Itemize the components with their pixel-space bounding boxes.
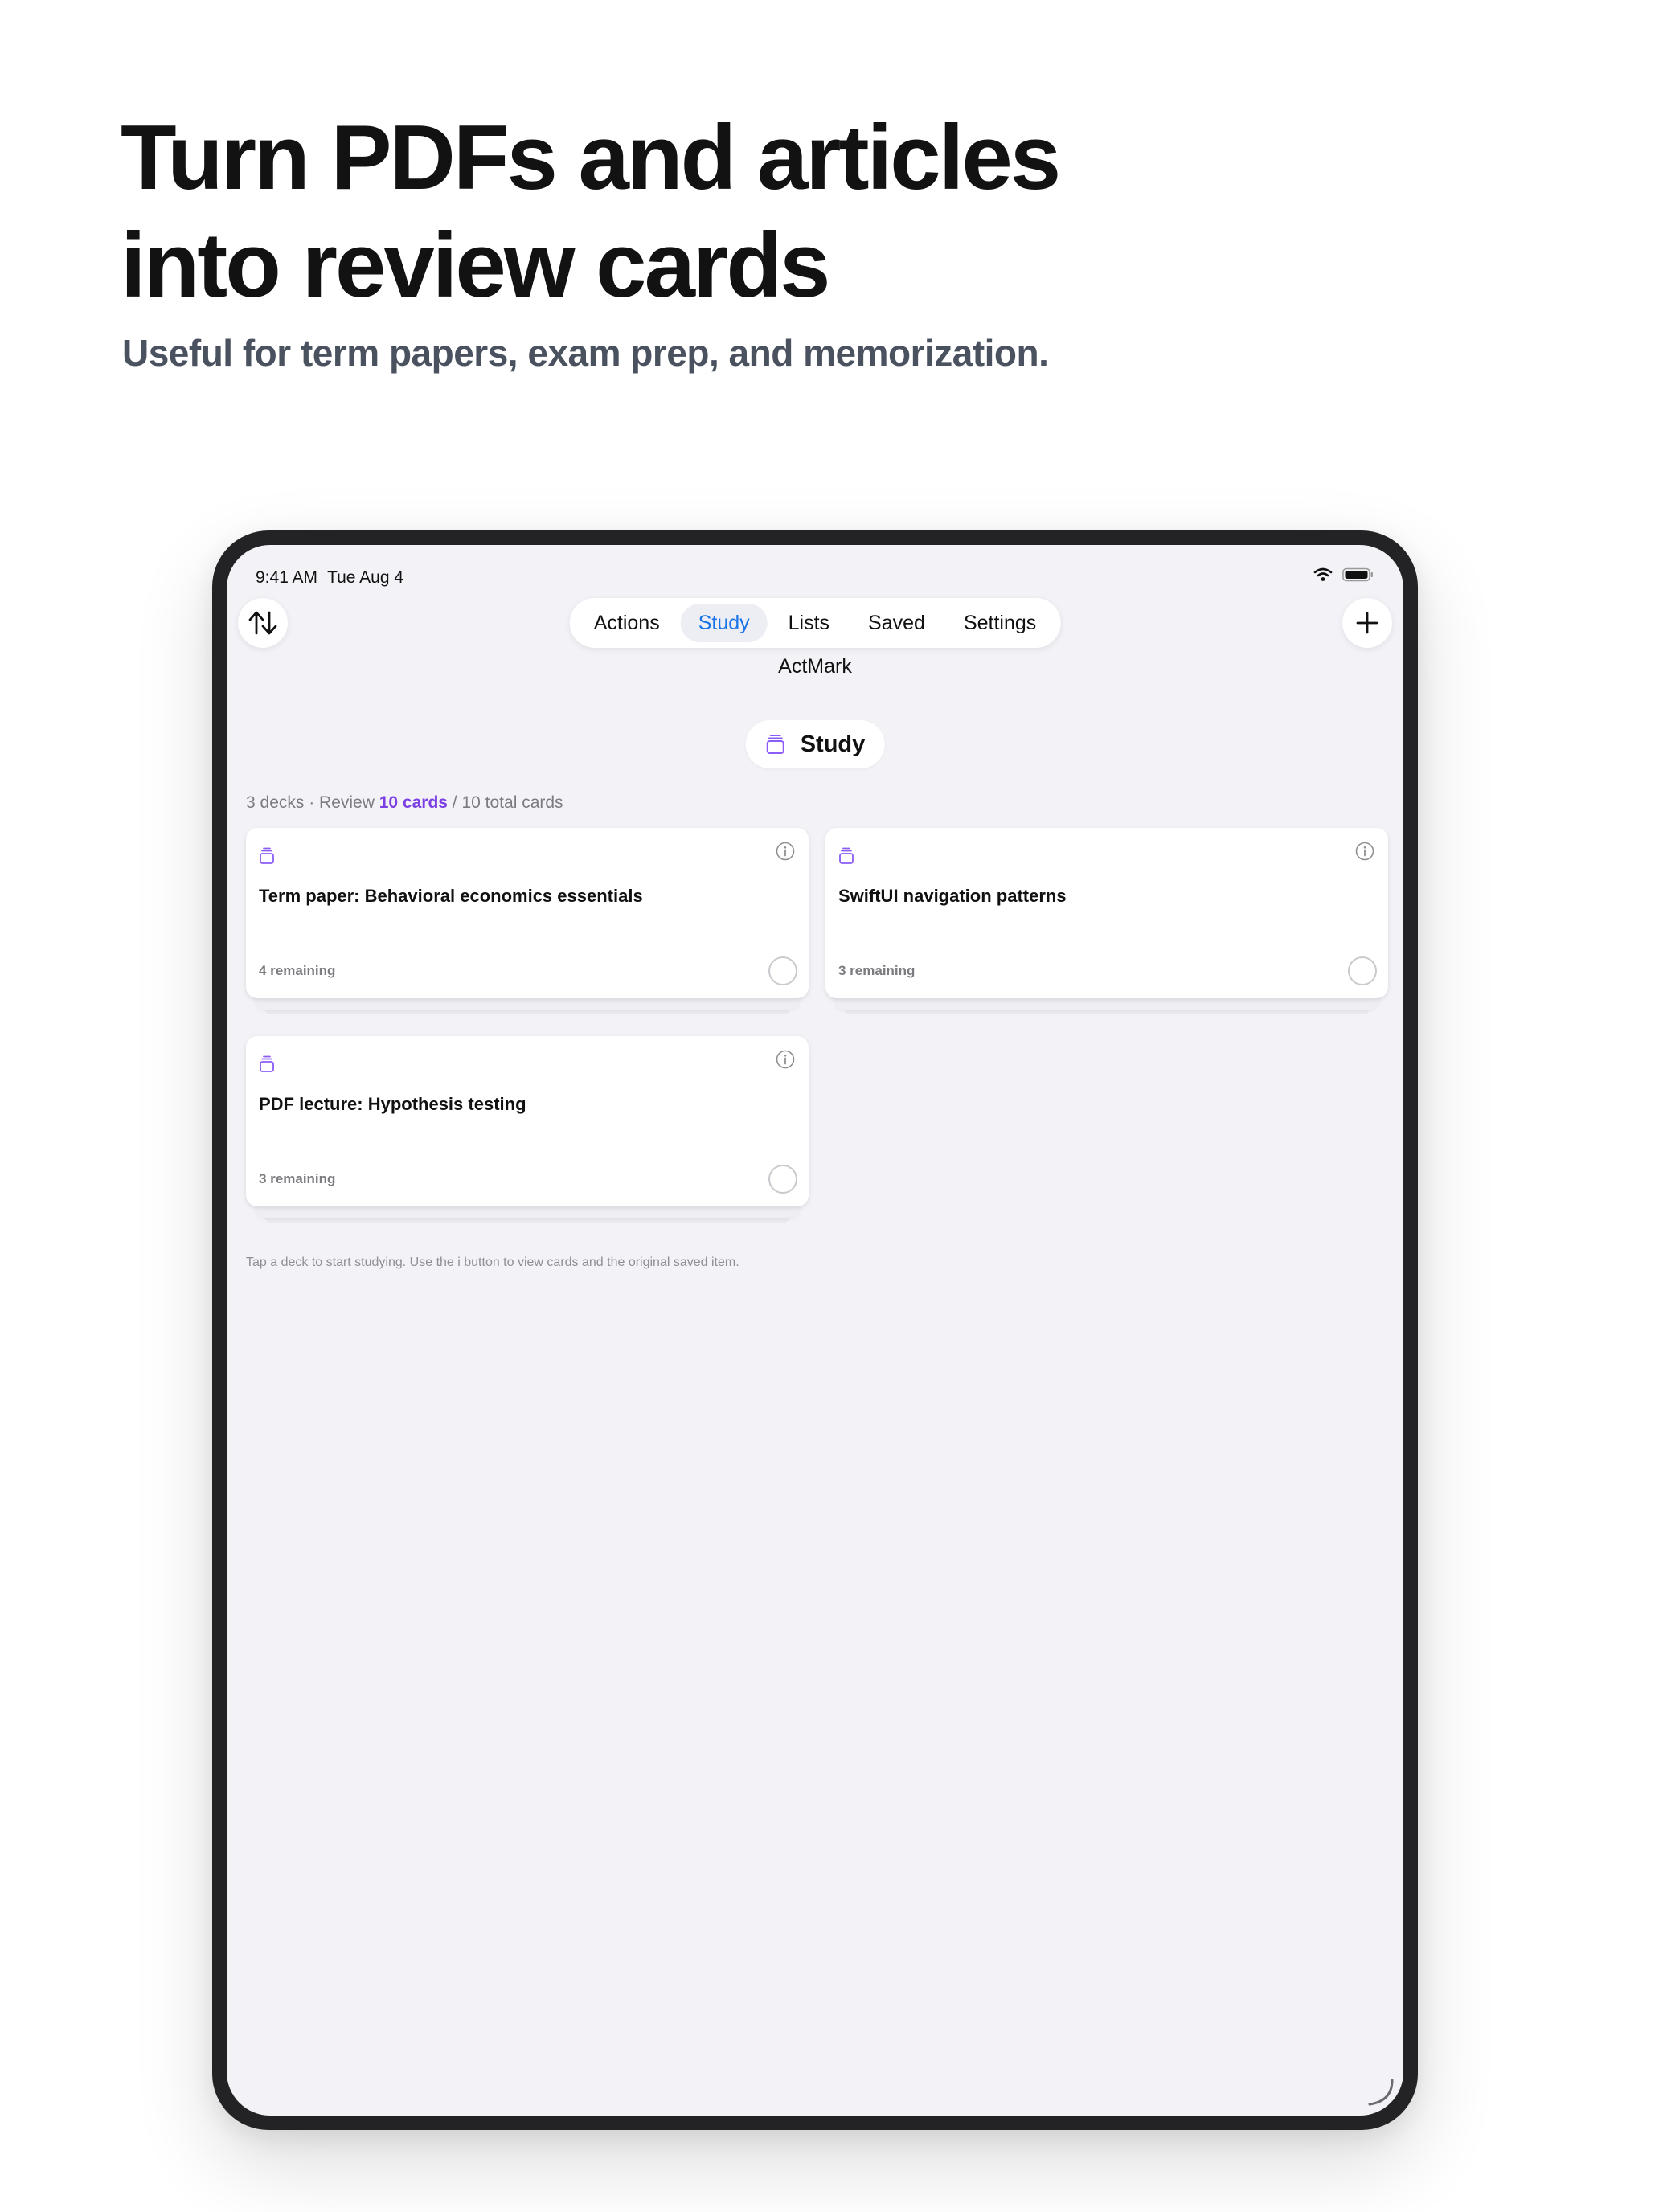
tablet-screen: 9:41 AM Tue Aug 4 Actions Study Lists Sa… — [227, 545, 1403, 2116]
card-stack-icon — [766, 735, 784, 754]
study-section-label: Study — [800, 731, 866, 757]
status-time: 9:41 AM — [256, 568, 318, 587]
study-section-header: Study — [745, 720, 885, 768]
status-bar: 9:41 AM Tue Aug 4 — [227, 545, 1403, 593]
sort-button[interactable] — [238, 598, 288, 648]
deck-card-stack[interactable]: PDF lecture: Hypothesis testing 3 remain… — [246, 1036, 809, 1223]
deck-complete-circle[interactable] — [768, 1165, 797, 1194]
summary-suffix: / 10 total cards — [447, 793, 563, 812]
deck-title: PDF lecture: Hypothesis testing — [259, 1094, 526, 1114]
deck-card[interactable]: PDF lecture: Hypothesis testing 3 remain… — [246, 1036, 809, 1206]
deck-complete-circle[interactable] — [768, 956, 797, 985]
add-button[interactable] — [1342, 598, 1392, 648]
subtitle: Useful for term papers, exam prep, and m… — [122, 332, 1049, 374]
deck-remaining: 4 remaining — [259, 963, 336, 978]
tab-study[interactable]: Study — [680, 604, 768, 642]
card-stack-icon — [260, 847, 274, 864]
tab-actions[interactable]: Actions — [576, 604, 678, 642]
deck-remaining: 3 remaining — [259, 1171, 336, 1186]
app-title: ActMark — [778, 655, 852, 678]
headline-line-1: Turn PDFs and articles — [121, 107, 1061, 209]
tab-saved[interactable]: Saved — [850, 604, 943, 642]
info-icon[interactable] — [775, 841, 796, 862]
deck-title: SwiftUI navigation patterns — [838, 886, 1067, 906]
deck-card-stack[interactable]: SwiftUI navigation patterns 3 remaining — [825, 828, 1388, 1014]
headline-line-2: into review cards — [121, 215, 830, 317]
deck-card[interactable]: SwiftUI navigation patterns 3 remaining — [825, 828, 1388, 998]
deck-complete-circle[interactable] — [1348, 956, 1377, 985]
plus-icon — [1356, 612, 1378, 634]
deck-card[interactable]: Term paper: Behavioral economics essenti… — [246, 828, 809, 998]
info-icon[interactable] — [775, 1049, 796, 1070]
tablet-frame: 9:41 AM Tue Aug 4 Actions Study Lists Sa… — [212, 530, 1418, 2130]
wifi-icon — [1313, 567, 1333, 581]
study-hint: Tap a deck to start studying. Use the i … — [246, 1256, 739, 1269]
resize-handle-icon[interactable] — [1360, 2072, 1399, 2111]
deck-summary: 3 decks · Review 10 cards / 10 total car… — [246, 793, 563, 813]
tab-lists[interactable]: Lists — [771, 604, 847, 642]
deck-remaining: 3 remaining — [838, 963, 916, 978]
card-stack-icon — [260, 1055, 274, 1072]
battery-icon — [1342, 567, 1373, 582]
headline: Turn PDFs and articles into review cards — [121, 104, 1326, 320]
info-icon[interactable] — [1354, 841, 1375, 862]
summary-review-count[interactable]: 10 cards — [379, 793, 448, 812]
card-stack-icon — [839, 847, 854, 864]
status-icons — [1313, 567, 1374, 582]
tab-settings[interactable]: Settings — [946, 604, 1054, 642]
summary-prefix: 3 decks · Review — [246, 793, 379, 812]
deck-title: Term paper: Behavioral economics essenti… — [259, 886, 643, 906]
deck-card-stack[interactable]: Term paper: Behavioral economics essenti… — [246, 828, 809, 1014]
status-time-group: 9:41 AM Tue Aug 4 — [256, 568, 403, 588]
status-date: Tue Aug 4 — [327, 568, 404, 587]
tab-bar: Actions Study Lists Saved Settings — [569, 598, 1061, 648]
sort-arrows-icon — [248, 611, 277, 635]
